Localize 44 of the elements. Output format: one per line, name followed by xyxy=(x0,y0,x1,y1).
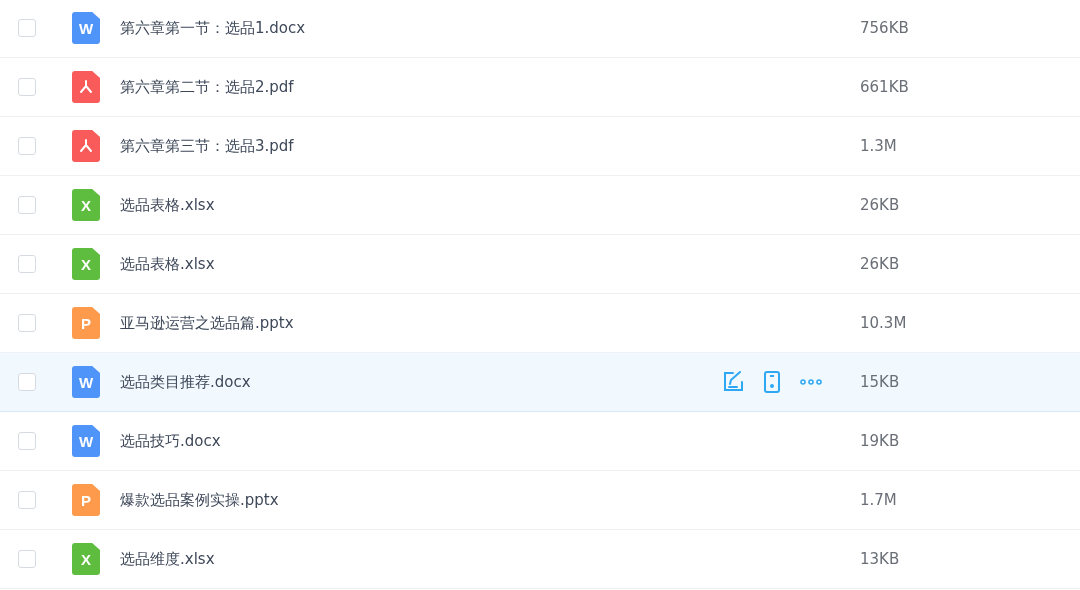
excel-file-icon: X xyxy=(72,248,100,280)
file-name: 选品表格.xlsx xyxy=(120,195,216,215)
checkbox[interactable] xyxy=(18,137,36,155)
file-size: 661KB xyxy=(860,78,910,96)
file-size: 1.3M xyxy=(860,137,898,155)
checkbox[interactable] xyxy=(18,432,36,450)
file-name: 选品表格.xlsx xyxy=(120,254,216,274)
file-name: 第六章第一节：选品1.docx xyxy=(120,18,307,38)
file-size: 1.7M xyxy=(860,491,898,509)
phone-icon[interactable] xyxy=(764,371,780,393)
checkbox[interactable] xyxy=(18,255,36,273)
file-row[interactable]: W 选品类目推荐.docx 15KB xyxy=(0,353,1080,412)
checkbox[interactable] xyxy=(18,78,36,96)
file-size: 13KB xyxy=(860,550,901,568)
checkbox[interactable] xyxy=(18,196,36,214)
file-size: 756KB xyxy=(860,19,910,37)
excel-file-icon: X xyxy=(72,189,100,221)
word-file-icon: W xyxy=(72,366,100,398)
file-name: 选品类目推荐.docx xyxy=(120,372,252,392)
pdf-file-icon xyxy=(72,71,100,103)
file-size: 15KB xyxy=(860,373,901,391)
file-size: 19KB xyxy=(860,432,901,450)
file-name: 选品维度.xlsx xyxy=(120,549,216,569)
file-name: 爆款选品案例实操.pptx xyxy=(120,490,280,510)
word-file-icon: W xyxy=(72,425,100,457)
excel-file-icon: X xyxy=(72,543,100,575)
checkbox[interactable] xyxy=(18,19,36,37)
file-size: 26KB xyxy=(860,255,901,273)
more-icon[interactable] xyxy=(800,379,822,385)
file-name: 选品技巧.docx xyxy=(120,431,222,451)
file-size: 26KB xyxy=(860,196,901,214)
ppt-file-icon: P xyxy=(72,307,100,339)
checkbox[interactable] xyxy=(18,491,36,509)
ppt-file-icon: P xyxy=(72,484,100,516)
file-name: 第六章第三节：选品3.pdf xyxy=(120,136,295,156)
checkbox[interactable] xyxy=(18,314,36,332)
word-file-icon: W xyxy=(72,12,100,44)
file-name: 亚马逊运营之选品篇.pptx xyxy=(120,313,295,333)
checkbox[interactable] xyxy=(18,550,36,568)
pdf-file-icon xyxy=(72,130,100,162)
edit-icon[interactable] xyxy=(722,371,744,393)
checkbox[interactable] xyxy=(18,373,36,391)
file-size: 10.3M xyxy=(860,314,908,332)
file-name: 第六章第二节：选品2.pdf xyxy=(120,77,295,97)
